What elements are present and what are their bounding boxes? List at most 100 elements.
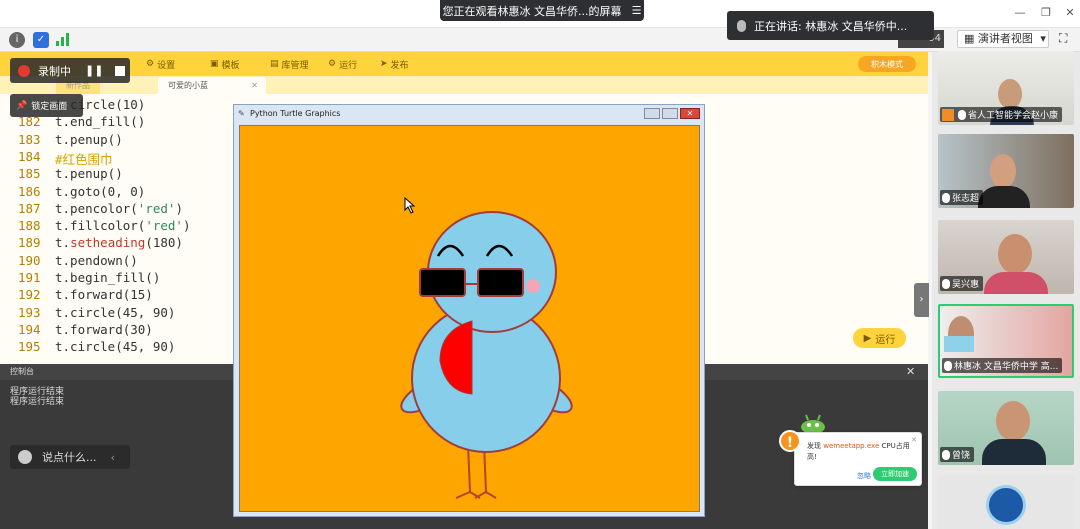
template-icon: ▣ [210,59,219,69]
fullscreen-icon[interactable]: ⛶ [1059,31,1067,46]
emoji-icon[interactable] [18,450,32,464]
code-line: t.penup() [55,166,123,182]
popup-text: 高! [807,453,817,461]
participant-tile[interactable]: 省人工智能学会赵小康 [938,51,1074,125]
popup-text: 发现 [807,442,821,450]
left-lens [419,268,466,297]
run-button[interactable]: ▶ 运行 [853,328,906,348]
host-icon [942,108,954,121]
accelerate-button[interactable]: 立即加速 [873,467,917,481]
library-icon: ▤ [270,59,279,69]
video-shirt [982,439,1046,465]
presenter-view-label: 演讲者视图 [977,32,1033,45]
participant-name: 张志超 [952,194,980,204]
video-shirt [984,272,1048,294]
chat-input[interactable]: 说点什么... ‹ [10,445,130,469]
participant-nametag: 曾饶 [940,447,975,462]
participant-tile[interactable]: 曾饶 [938,391,1074,465]
code-line: t.penup() [55,131,123,147]
feather-icon: ✎ [238,109,245,118]
participant-name: 省人工智能学会赵小康 [968,111,1059,121]
code-line: t.pendown() [55,252,138,268]
close-icon[interactable]: ✕ [911,435,917,446]
viewing-banner[interactable]: 您正在观看林惠冰 文昌华侨...的屏幕 ☰ [440,0,644,21]
participant-tile[interactable]: 张志超 [938,134,1074,208]
right-lens [477,268,524,297]
turtle-canvas[interactable] [239,125,700,512]
mic-icon [944,360,952,371]
close-icon[interactable]: ✕ [680,108,700,119]
info-icon[interactable]: i [9,32,25,48]
record-dot-icon [18,64,30,77]
console-title: 控制台 [10,367,34,376]
maximize-icon[interactable]: ❐ [1038,6,1054,20]
menu-label: 运行 [339,60,358,71]
line-number: 189 [18,235,41,251]
pause-icon[interactable]: ❚❚ [85,64,103,77]
line-number: 185 [18,166,41,182]
menu-run[interactable]: ⚙ 运行 [328,57,357,71]
code-line: #红色围巾 [55,151,113,167]
mic-icon [942,192,950,203]
turtle-title: Python Turtle Graphics [250,109,341,118]
mouse-cursor [404,196,416,214]
menu-settings[interactable]: ⚙ 设置 [146,57,175,71]
mic-icon [958,109,966,120]
close-tab-icon[interactable]: ✕ [251,77,258,94]
menu-label: 库管理 [281,60,309,71]
menu-icon[interactable]: ☰ [632,4,642,17]
participant-tile[interactable]: 吴兴惠 [938,220,1074,294]
minimize-icon[interactable]: — [1012,6,1028,20]
console-line: 程序运行结束 [10,397,65,407]
menu-template[interactable]: ▣ 模板 [210,57,240,71]
turtle-window[interactable]: ✎ Python Turtle Graphics ✕ [233,104,705,517]
participant-name: 吴兴惠 [952,280,980,290]
chevron-down-icon: ▾ [1040,32,1046,45]
send-icon: ➤ [380,59,388,69]
mic-icon [942,449,950,460]
block-mode-button[interactable]: 积木模式 [858,56,916,72]
code-line: t.forward(15) [55,287,153,303]
participant-nametag: 省人工智能学会赵小康 [940,107,1063,122]
popup-app: wemeetapp.exe [823,442,880,450]
stop-icon[interactable] [115,65,126,76]
popup-text: CPU占用 [881,442,910,450]
tab-cute-blue[interactable]: 可爱的小蓝 ✕ [158,77,266,94]
line-number: 195 [18,339,41,355]
recording-bar: 录制中 ❚❚ [10,58,130,83]
chevron-left-icon[interactable]: ‹ [111,451,115,464]
ide-menu-bar [0,52,928,76]
participant-tile-active[interactable]: 林惠冰 文昌华侨中学 高... [938,304,1074,378]
presenter-view-select[interactable]: ▦ 演讲者视图 ▾ [957,30,1049,48]
ignore-link[interactable]: 忽略 [857,471,871,482]
participant-tile[interactable] [938,475,1074,529]
line-number: 187 [18,200,41,216]
video-person [998,234,1032,274]
console-close-icon[interactable]: ✕ [906,365,915,378]
code-line: t.fillcolor('red') [55,218,191,234]
bird-drawing [400,196,573,499]
minimize-icon[interactable] [644,108,660,119]
line-number: 188 [18,218,41,234]
line-number: 190 [18,252,41,268]
close-icon[interactable]: ✕ [1062,6,1078,20]
code-line: t.circle(45, 90) [55,304,176,320]
lock-screen-button[interactable]: 📌 锁定画面 [10,94,83,117]
chat-placeholder: 说点什么... [42,451,97,464]
shield-icon[interactable]: ✓ [33,32,49,48]
line-number: 193 [18,304,41,320]
menu-publish[interactable]: ➤ 发布 [380,57,409,71]
participant-name: 曾饶 [952,451,971,461]
play-icon: ▶ [863,332,872,344]
mode-label: 积木模式 [871,59,903,69]
mic-icon [737,19,746,32]
gear-icon: ⚙ [146,59,155,69]
warning-icon: ! [779,430,801,452]
maximize-icon[interactable] [662,108,678,119]
code-line: t.goto(0, 0) [55,183,146,199]
menu-library[interactable]: ▤ 库管理 [270,57,309,71]
turtle-title-bar[interactable]: ✎ Python Turtle Graphics ✕ [234,105,704,123]
chevron-right-icon: › [919,294,924,305]
collapse-panel-button[interactable]: › [914,283,929,317]
signal-icon[interactable] [56,33,70,46]
